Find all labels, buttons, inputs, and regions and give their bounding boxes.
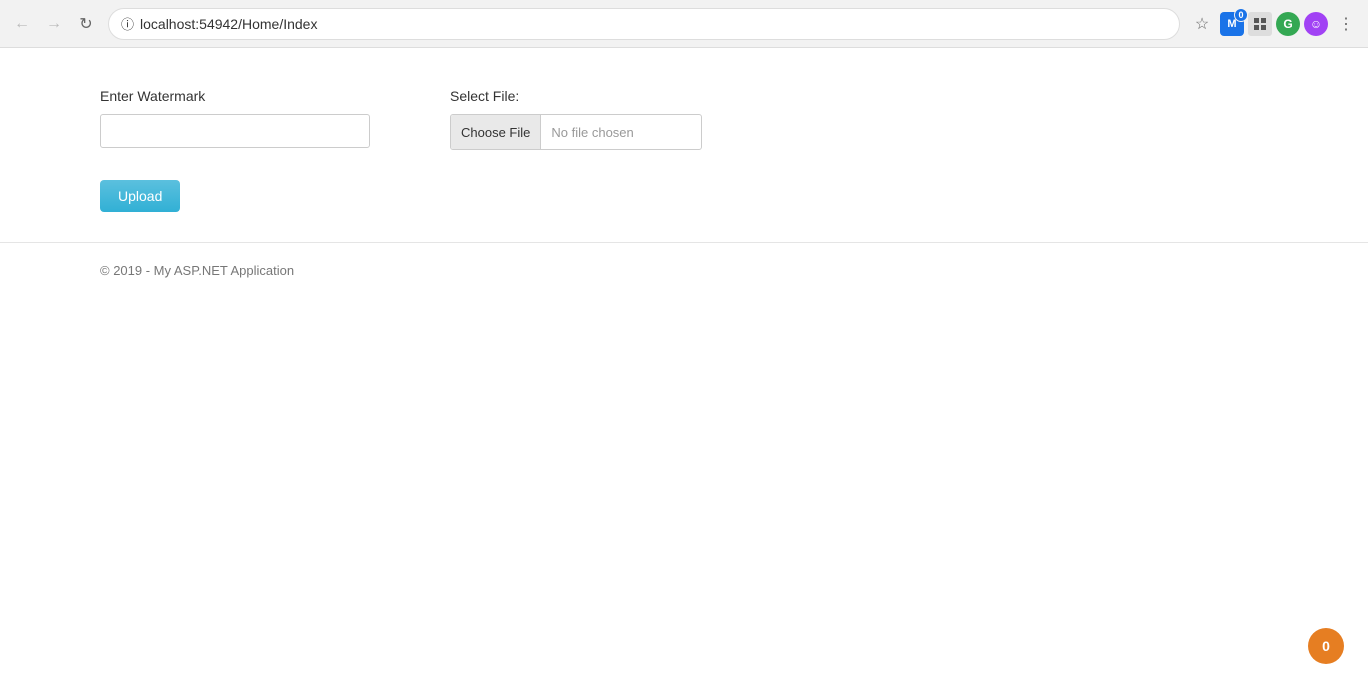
lock-icon: ⓘ: [121, 14, 134, 33]
file-label: Select File:: [450, 88, 702, 104]
bottom-right-badge[interactable]: 0: [1308, 628, 1344, 664]
watermark-section: Enter Watermark: [100, 88, 370, 148]
form-section: Enter Watermark Select File: Choose File…: [100, 88, 1268, 150]
back-button[interactable]: ←: [8, 10, 36, 38]
choose-file-button[interactable]: Choose File: [451, 115, 541, 149]
watermark-input[interactable]: [100, 114, 370, 148]
bookmark-button[interactable]: ☆: [1188, 10, 1216, 38]
nav-buttons: ← → ↻: [8, 10, 100, 38]
watermark-label: Enter Watermark: [100, 88, 370, 104]
no-file-text: No file chosen: [541, 115, 701, 149]
upload-button[interactable]: Upload: [100, 180, 180, 212]
page-content: Enter Watermark Select File: Choose File…: [0, 48, 1368, 688]
browser-actions: ☆ M 0 G ☺ ⋮: [1188, 10, 1360, 38]
copyright-text: © 2019 - My ASP.NET Application: [100, 263, 294, 278]
extension-icon-2[interactable]: [1248, 12, 1272, 36]
browser-chrome: ← → ↻ ⓘ localhost:54942/Home/Index ☆ M 0…: [0, 0, 1368, 48]
reload-button[interactable]: ↻: [72, 10, 100, 38]
extension-icon-1[interactable]: M 0: [1220, 12, 1244, 36]
footer: © 2019 - My ASP.NET Application: [0, 253, 1368, 288]
divider: [0, 242, 1368, 243]
extension-badge: 0: [1234, 8, 1248, 22]
translate-icon[interactable]: G: [1276, 12, 1300, 36]
menu-button[interactable]: ⋮: [1332, 10, 1360, 38]
forward-button[interactable]: →: [40, 10, 68, 38]
address-bar[interactable]: ⓘ localhost:54942/Home/Index: [108, 8, 1180, 40]
address-text: localhost:54942/Home/Index: [140, 16, 1167, 32]
profile-icon[interactable]: ☺: [1304, 12, 1328, 36]
main-container: Enter Watermark Select File: Choose File…: [0, 68, 1368, 232]
file-input-wrapper: Choose File No file chosen: [450, 114, 702, 150]
file-section: Select File: Choose File No file chosen: [450, 88, 702, 150]
